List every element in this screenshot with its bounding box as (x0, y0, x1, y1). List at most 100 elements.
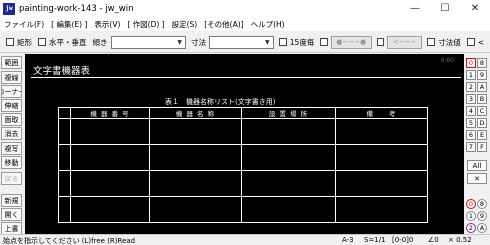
table-cell (58, 196, 71, 223)
dimension-label: 寸法 (191, 37, 207, 47)
dimension-value-checkbox[interactable]: 寸法値 (427, 37, 461, 48)
tilt-combobox[interactable]: ▼ (110, 35, 187, 49)
paper-size[interactable]: A-3 (342, 236, 354, 244)
tool-move-button[interactable]: 移動 (1, 156, 22, 169)
table-cell (241, 170, 336, 197)
title-underline (31, 77, 461, 78)
table-row (58, 170, 428, 197)
deg15-checkbox[interactable]: 15度毎 (278, 37, 315, 48)
layer-group-e-button[interactable]: E (477, 130, 487, 140)
close-button[interactable]: ✕ (460, 0, 490, 17)
table-cell (241, 196, 336, 223)
drawing-canvas[interactable]: 0.60 文字書機器表 表１ 機器名称リスト(文字書き用) 機 器 番 号 機 … (25, 54, 464, 234)
tool-stretch-button[interactable]: 伸縮 (1, 99, 22, 112)
layer-9-button[interactable]: 9 (477, 211, 487, 221)
canvas-faint-text: 0.60 (440, 57, 454, 64)
layer-group-7-button[interactable]: 7 (466, 142, 476, 152)
dimension-combobox[interactable]: ▼ (209, 35, 274, 49)
table-cell (149, 196, 242, 223)
table-cell (70, 144, 150, 171)
minimize-button[interactable]: — (400, 0, 430, 17)
angle-readout[interactable]: ∠0 (428, 236, 439, 244)
layer-group-f-button[interactable]: F (477, 142, 487, 152)
layer-0-button[interactable]: 0 (466, 199, 476, 209)
layer-group-9-button[interactable]: 9 (477, 70, 487, 80)
menu-settings[interactable]: 設定(S) (172, 19, 198, 30)
tilt-label: 傾き (92, 37, 108, 47)
all-layers-button[interactable]: All (467, 160, 487, 171)
layer-group-d-button[interactable]: D (477, 118, 487, 128)
tool-corner-button[interactable]: コーナー (1, 85, 22, 98)
menu-file[interactable]: ファイル(F) (4, 19, 44, 30)
dimension-value-label: 寸法値 (438, 37, 461, 47)
layer-group-5-button[interactable]: 5 (466, 118, 476, 128)
layer-group-b-button[interactable]: B (477, 94, 487, 104)
checkbox-box[interactable] (466, 38, 475, 46)
table-cell (70, 118, 150, 145)
tool-undo-button[interactable]: 戻る (1, 172, 22, 185)
scale-readout[interactable]: S=1/1 (364, 236, 386, 244)
table-cell (335, 118, 428, 145)
chevron-down-icon[interactable]: ▼ (174, 37, 185, 48)
menu-help[interactable]: ヘルプ(H) (251, 19, 285, 30)
dot-line-checkbox[interactable] (320, 38, 328, 46)
checkbox-box[interactable] (278, 38, 287, 46)
layer-readout[interactable]: [0-0]0 (392, 236, 413, 244)
menu-view[interactable]: 表示(V) (94, 19, 120, 30)
rect-label: 矩形 (17, 37, 32, 47)
window-title: painting-work-143 - jw_win (19, 3, 134, 14)
checkbox-box[interactable] (38, 38, 46, 46)
table-cell (70, 170, 150, 197)
close-icon[interactable]: ✕ (467, 173, 487, 184)
table-cell (335, 196, 428, 223)
layer-group-1-button[interactable]: 1 (466, 70, 476, 80)
header-remarks: 備 考 (335, 107, 428, 119)
tool-copy-button[interactable]: 複写 (1, 142, 22, 155)
table-cell (58, 144, 71, 171)
tool-range-button[interactable]: 範囲 (1, 56, 22, 69)
tool-open-button[interactable]: 開く (1, 208, 22, 221)
menu-draw[interactable]: [ 作図(D) ] (127, 19, 164, 30)
layer-group-3-button[interactable]: 3 (466, 94, 476, 104)
tool-chamfer-button[interactable]: 面取 (1, 113, 22, 126)
rect-checkbox[interactable]: 矩形 (6, 37, 32, 48)
layer-group-2-button[interactable]: 2 (466, 82, 476, 92)
layer-2-button[interactable]: 2 (466, 223, 476, 233)
checkbox-box[interactable] (6, 38, 14, 46)
maximize-button[interactable]: ☐ (430, 0, 460, 17)
menu-bar: ファイル(F) [ 編集(E) ] 表示(V) [ 作図(D) ] 設定(S) … (0, 17, 490, 31)
jw-app-icon: jw (3, 2, 15, 15)
table-cell (149, 144, 242, 171)
arrow-line-button[interactable]: <−−− (387, 35, 423, 49)
table-row (58, 144, 428, 171)
lt-checkbox[interactable]: < (466, 38, 484, 47)
layer-group-6-button[interactable]: 6 (466, 130, 476, 140)
table-cell (58, 118, 71, 145)
table-cell (241, 144, 336, 171)
checkbox-box[interactable] (427, 38, 436, 46)
deg15-label: 15度毎 (289, 37, 315, 47)
arrow-checkbox[interactable] (376, 38, 385, 46)
layer-group-a-button[interactable]: A (477, 82, 487, 92)
tool-erase-button[interactable]: 消去 (1, 127, 22, 140)
table-cell (149, 170, 242, 197)
layer-a-button[interactable]: A (477, 223, 487, 233)
layer-group-8-button[interactable]: 8 (477, 58, 487, 68)
status-bar: 始点を指示してください (L)free (R)Read A-3 S=1/1 [0… (0, 234, 490, 245)
layer-1-button[interactable]: 1 (466, 211, 476, 221)
menu-edit[interactable]: [ 編集(E) ] (51, 19, 87, 30)
tool-new-button[interactable]: 新規 (1, 194, 22, 207)
tool-parallel-line-button[interactable]: 複線 (1, 71, 22, 84)
chevron-down-icon[interactable]: ▼ (262, 37, 273, 48)
menu-other[interactable]: [その他(A)] (204, 19, 243, 30)
layer-8-button[interactable]: 8 (477, 199, 487, 209)
zoom-readout[interactable]: × 0.52 (448, 236, 472, 244)
dot-line-button[interactable]: ●−−−● (330, 35, 372, 49)
horizontal-vertical-checkbox[interactable]: 水平・垂直 (38, 37, 87, 48)
sheet-title: 文字書機器表 (33, 66, 91, 77)
left-tool-palette: 範囲 複線 コーナー 伸縮 面取 消去 複写 移動 戻る 新規 開く 上書 (0, 54, 24, 235)
layer-group-c-button[interactable]: C (477, 106, 487, 116)
layer-group-4-button[interactable]: 4 (466, 106, 476, 116)
table-row (58, 196, 428, 223)
layer-group-0-button[interactable]: 0 (466, 58, 476, 68)
